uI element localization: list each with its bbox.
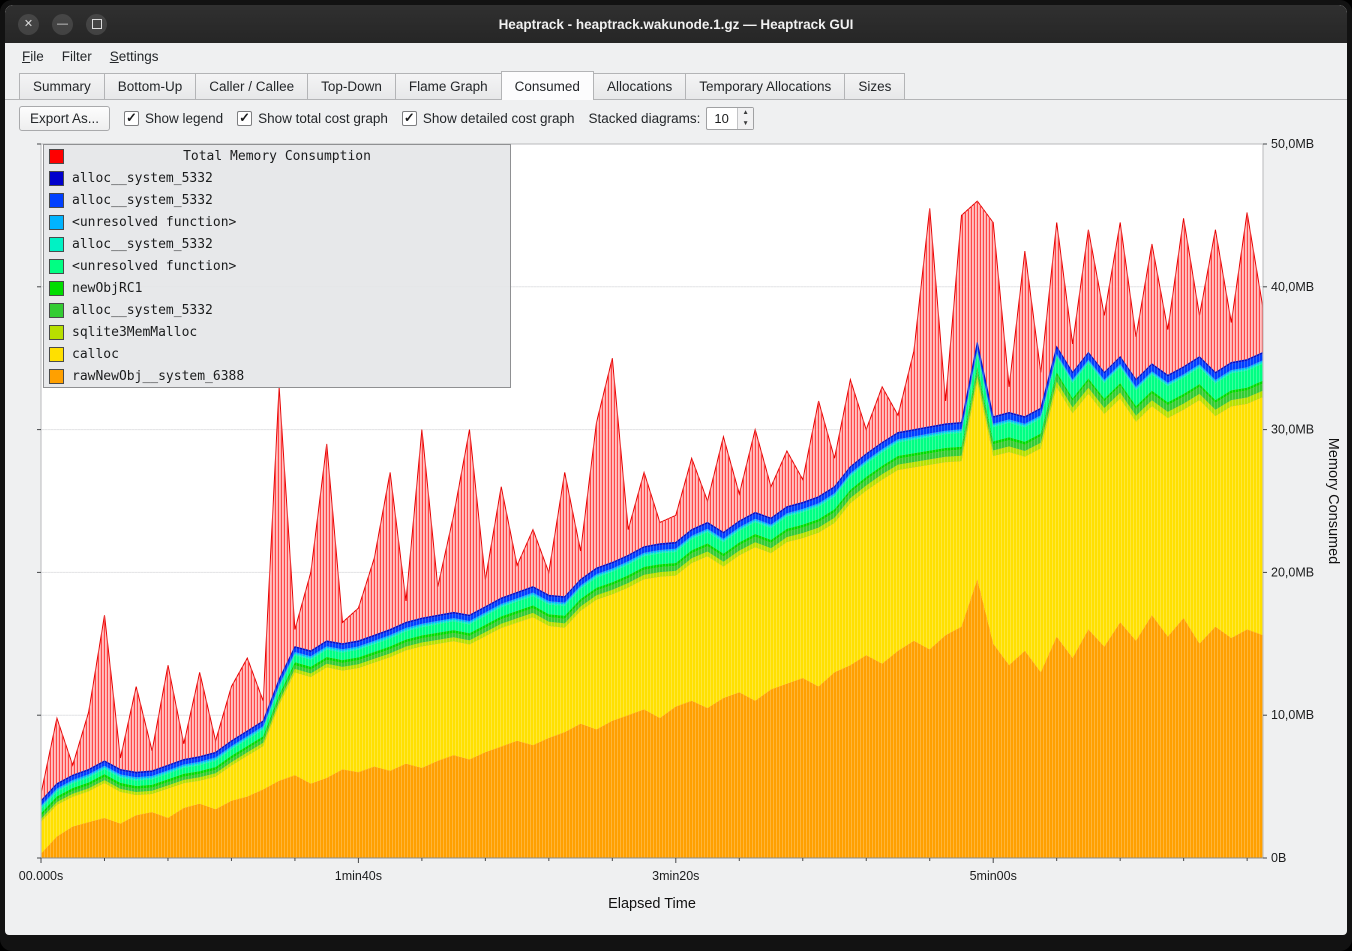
legend-row-7: alloc__system_5332: [44, 299, 510, 321]
tab-flame-graph[interactable]: Flame Graph: [395, 73, 501, 99]
tab-summary[interactable]: Summary: [19, 73, 104, 99]
legend-entry-label: <unresolved function>: [72, 215, 236, 230]
checkbox-show-total-cost-graph[interactable]: Show total cost graph: [237, 111, 388, 126]
x-tick-label: 00.000s: [19, 869, 63, 883]
checkbox-show-detailed-cost-graph[interactable]: Show detailed cost graph: [402, 111, 575, 126]
heaptrack-window: ✕ — Heaptrack - heaptrack.wakunode.1.gz …: [5, 5, 1347, 935]
x-tick-label: 3min20s: [652, 869, 699, 883]
menu-item-filter[interactable]: Filter: [53, 45, 101, 68]
y-tick-label: 40,0MB: [1271, 280, 1314, 294]
legend-row-0: Total Memory Consumption: [44, 145, 510, 167]
tab-top-down[interactable]: Top-Down: [307, 73, 395, 99]
legend-swatch: [49, 149, 64, 164]
legend-swatch: [49, 325, 64, 340]
legend-swatch: [49, 171, 64, 186]
window-frame: ✕ — Heaptrack - heaptrack.wakunode.1.gz …: [0, 0, 1352, 951]
legend-entry-label: alloc__system_5332: [72, 303, 213, 318]
stacked-diagrams-group: Stacked diagrams: 10 ▲ ▼: [589, 107, 754, 130]
legend-entry-label: <unresolved function>: [72, 259, 236, 274]
y-tick-label: 20,0MB: [1271, 565, 1314, 579]
checkbox-label: Show total cost graph: [258, 111, 388, 126]
menu-item-settings[interactable]: Settings: [101, 45, 168, 68]
export-as-button[interactable]: Export As...: [19, 106, 110, 131]
legend-swatch: [49, 281, 64, 296]
legend-swatch: [49, 369, 64, 384]
toolbar-checkboxes: Show legend Show total cost graph Show det…: [124, 111, 575, 126]
legend-row-2: alloc__system_5332: [44, 189, 510, 211]
checkbox-box: [124, 111, 139, 126]
tab-allocations[interactable]: Allocations: [594, 73, 685, 99]
stacked-diagrams-spinbox[interactable]: 10 ▲ ▼: [706, 107, 753, 130]
window-title: Heaptrack - heaptrack.wakunode.1.gz — He…: [499, 17, 854, 32]
window-controls: ✕ —: [18, 5, 107, 43]
toolbar: Export As... Show legend Show total cost …: [5, 100, 1347, 136]
legend-swatch: [49, 193, 64, 208]
tab-consumed[interactable]: Consumed: [501, 71, 594, 100]
legend-entry-label: alloc__system_5332: [72, 193, 213, 208]
stacked-diagrams-value[interactable]: 10: [707, 108, 737, 129]
spin-up-button[interactable]: ▲: [738, 108, 752, 119]
legend-row-5: <unresolved function>: [44, 255, 510, 277]
legend-entry-label: newObjRC1: [72, 281, 142, 296]
legend-row-10: rawNewObj__system_6388: [44, 365, 510, 387]
menu-item-file[interactable]: File: [13, 45, 53, 68]
x-tick-label: 1min40s: [335, 869, 382, 883]
y-tick-label: 0B: [1271, 851, 1286, 865]
legend-entry-label: alloc__system_5332: [72, 237, 213, 252]
tab-caller-callee[interactable]: Caller / Callee: [195, 73, 307, 99]
legend-entry-label: rawNewObj__system_6388: [72, 369, 244, 384]
legend-swatch: [49, 237, 64, 252]
stacked-diagrams-label: Stacked diagrams:: [589, 111, 701, 126]
checkbox-box: [237, 111, 252, 126]
x-tick-label: 5min00s: [970, 869, 1017, 883]
legend-swatch: [49, 303, 64, 318]
legend-row-3: <unresolved function>: [44, 211, 510, 233]
maximize-button[interactable]: [86, 14, 107, 35]
close-button[interactable]: ✕: [18, 14, 39, 35]
y-tick-label: 50,0MB: [1271, 137, 1314, 151]
legend-row-6: newObjRC1: [44, 277, 510, 299]
checkbox-label: Show legend: [145, 111, 223, 126]
checkbox-box: [402, 111, 417, 126]
titlebar[interactable]: ✕ — Heaptrack - heaptrack.wakunode.1.gz …: [5, 5, 1347, 43]
legend-swatch: [49, 259, 64, 274]
tab-sizes[interactable]: Sizes: [844, 73, 905, 99]
x-axis-title: Elapsed Time: [608, 896, 696, 912]
legend-row-8: sqlite3MemMalloc: [44, 321, 510, 343]
tab-temporary-allocations[interactable]: Temporary Allocations: [685, 73, 844, 99]
tabbar: SummaryBottom-UpCaller / CalleeTop-DownF…: [5, 70, 1347, 100]
minimize-button[interactable]: —: [52, 14, 73, 35]
checkbox-label: Show detailed cost graph: [423, 111, 575, 126]
spin-down-button[interactable]: ▼: [738, 118, 752, 129]
chart-area: Total Memory Consumption alloc__system_53…: [5, 136, 1347, 935]
tab-bottom-up[interactable]: Bottom-Up: [104, 73, 196, 99]
legend-swatch: [49, 215, 64, 230]
spin-buttons: ▲ ▼: [737, 108, 752, 129]
legend-row-1: alloc__system_5332: [44, 167, 510, 189]
y-tick-label: 30,0MB: [1271, 423, 1314, 437]
legend-swatch: [49, 347, 64, 362]
legend-entry-label: calloc: [72, 347, 119, 362]
chart-legend: Total Memory Consumption alloc__system_53…: [43, 144, 511, 388]
menubar: FileFilterSettings: [5, 43, 1347, 70]
y-tick-label: 10,0MB: [1271, 708, 1314, 722]
checkbox-show-legend[interactable]: Show legend: [124, 111, 223, 126]
legend-entry-label: Total Memory Consumption: [72, 149, 482, 164]
legend-entry-label: sqlite3MemMalloc: [72, 325, 197, 340]
legend-row-4: alloc__system_5332: [44, 233, 510, 255]
legend-entry-label: alloc__system_5332: [72, 171, 213, 186]
y-axis-title: Memory Consumed: [1325, 438, 1341, 565]
legend-row-9: calloc: [44, 343, 510, 365]
